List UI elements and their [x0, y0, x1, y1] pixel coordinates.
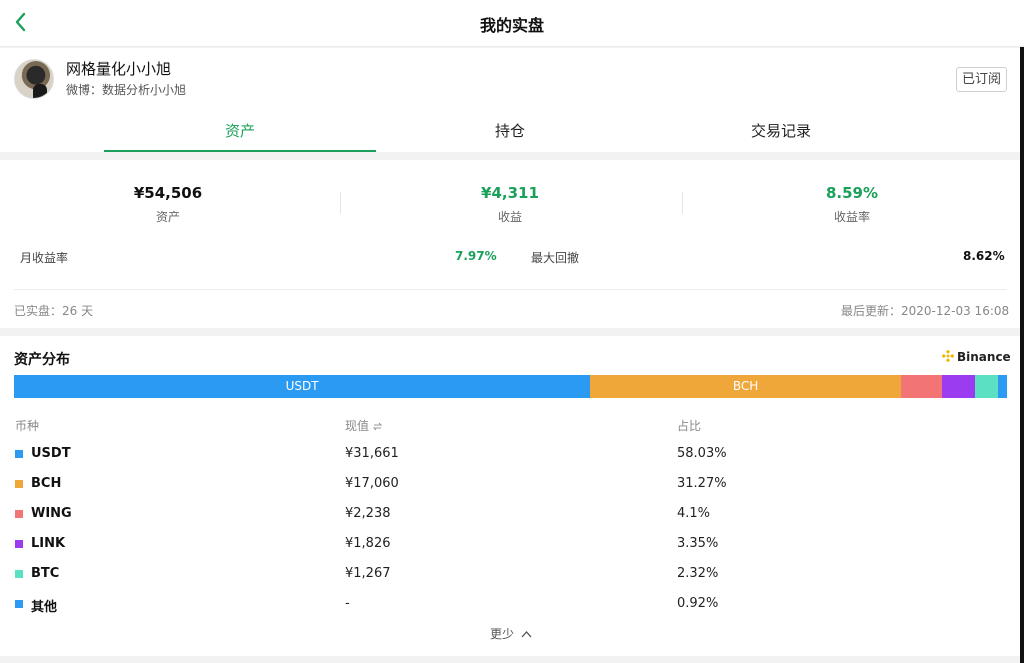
- column-header-value-label: 现值: [345, 419, 370, 433]
- coin-ratio: 31.27%: [677, 476, 727, 491]
- coin-name: 其他: [31, 600, 58, 615]
- coin-ratio: 58.03%: [677, 446, 727, 461]
- stat-assets: ¥54,506 资产: [18, 184, 318, 225]
- last-updated: 最后更新：2020-12-03 16:08: [841, 304, 1010, 318]
- color-swatch: [15, 510, 23, 518]
- tab-assets[interactable]: 资产: [104, 120, 376, 141]
- coin-ratio: 3.35%: [677, 536, 719, 551]
- stat-assets-label: 资产: [155, 210, 180, 224]
- column-header-value[interactable]: 现值: [345, 417, 383, 434]
- bar-segment-bch: BCH: [590, 375, 901, 398]
- profile-card: 网格量化小小旭 微博：数据分析小小旭 已订阅 资产 持仓 交易记录: [0, 48, 1020, 152]
- list-item: BTC ¥1,267 2.32%: [0, 560, 1020, 590]
- divider: [14, 289, 1007, 290]
- coin-name: BTC: [31, 566, 60, 581]
- list-item: BCH ¥17,060 31.27%: [0, 470, 1020, 500]
- top-bar: 我的实盘: [0, 0, 1024, 47]
- list-item: 其他 - 0.92%: [0, 590, 1020, 620]
- monthly-return-label: 月收益率: [20, 251, 69, 265]
- color-swatch: [15, 600, 23, 608]
- coin-value: ¥31,661: [345, 446, 399, 461]
- show-less-button[interactable]: 更少: [490, 625, 532, 642]
- stat-assets-value: ¥54,506: [133, 184, 203, 202]
- active-tab-indicator: [104, 150, 376, 152]
- asset-distribution-card: 资产分布 Binance USDT BCH 币种 现值 占比 USDT ¥31,…: [0, 336, 1020, 656]
- max-drawdown-label: 最大回撤: [531, 251, 580, 265]
- stat-profit-label: 收益: [497, 210, 522, 224]
- tab-bar: 资产 持仓 交易记录: [0, 114, 1020, 152]
- stat-profit-value: ¥4,311: [481, 184, 539, 202]
- tab-positions[interactable]: 持仓: [374, 120, 646, 141]
- coin-value: ¥1,826: [345, 536, 391, 551]
- show-less-label: 更少: [490, 627, 515, 641]
- avatar[interactable]: [14, 59, 54, 99]
- coin-value: ¥1,267: [345, 566, 391, 581]
- stats-card: ¥54,506 资产 ¥4,311 收益 8.59% 收益率 月收益率 7.97…: [0, 160, 1020, 328]
- coin-ratio: 0.92%: [677, 596, 719, 611]
- divider: [682, 192, 683, 214]
- section-title: 资产分布: [14, 352, 70, 368]
- bar-segment-btc: [974, 375, 998, 398]
- binance-logo-icon: [942, 350, 954, 362]
- column-header-ratio: 占比: [677, 419, 702, 433]
- allocation-bar: USDT BCH: [14, 375, 1007, 398]
- chevron-up-icon: [521, 631, 532, 638]
- tab-trade-records[interactable]: 交易记录: [645, 120, 917, 141]
- stat-profit: ¥4,311 收益: [360, 184, 660, 225]
- coin-name: LINK: [31, 536, 66, 551]
- weibo-account: 微博：数据分析小小旭: [66, 83, 187, 97]
- monthly-return-value: 7.97%: [455, 249, 497, 263]
- coin-value: -: [345, 596, 350, 611]
- color-swatch: [15, 540, 23, 548]
- user-name: 网格量化小小旭: [66, 60, 172, 78]
- window-edge: [1020, 0, 1024, 663]
- list-item: LINK ¥1,826 3.35%: [0, 530, 1020, 560]
- live-days: 已实盘：26 天: [14, 304, 94, 318]
- subscribed-button[interactable]: 已订阅: [956, 67, 1007, 92]
- divider: [340, 192, 341, 214]
- coin-name: USDT: [31, 446, 71, 461]
- bar-segment-link: [941, 375, 975, 398]
- swap-arrows-icon: [372, 422, 383, 431]
- list-item: WING ¥2,238 4.1%: [0, 500, 1020, 530]
- color-swatch: [15, 480, 23, 488]
- coin-ratio: 2.32%: [677, 566, 719, 581]
- coin-name: WING: [31, 506, 72, 521]
- exchange-label: Binance: [942, 350, 1011, 364]
- coin-name: BCH: [31, 476, 62, 491]
- stat-profit-rate-value: 8.59%: [825, 184, 879, 202]
- stat-profit-rate: 8.59% 收益率: [702, 184, 1002, 225]
- coin-ratio: 4.1%: [677, 506, 711, 521]
- bar-segment-other: [997, 375, 1007, 398]
- stat-profit-rate-label: 收益率: [833, 210, 870, 224]
- exchange-name: Binance: [957, 350, 1011, 364]
- max-drawdown-value: 8.62%: [963, 249, 1005, 263]
- bar-segment-wing: [900, 375, 942, 398]
- list-item: USDT ¥31,661 58.03%: [0, 440, 1020, 470]
- page-title: 我的实盘: [479, 16, 544, 35]
- bar-segment-usdt: USDT: [14, 375, 591, 398]
- color-swatch: [15, 570, 23, 578]
- coin-value: ¥2,238: [345, 506, 391, 521]
- color-swatch: [15, 450, 23, 458]
- coin-value: ¥17,060: [345, 476, 399, 491]
- column-header-coin: 币种: [15, 419, 40, 433]
